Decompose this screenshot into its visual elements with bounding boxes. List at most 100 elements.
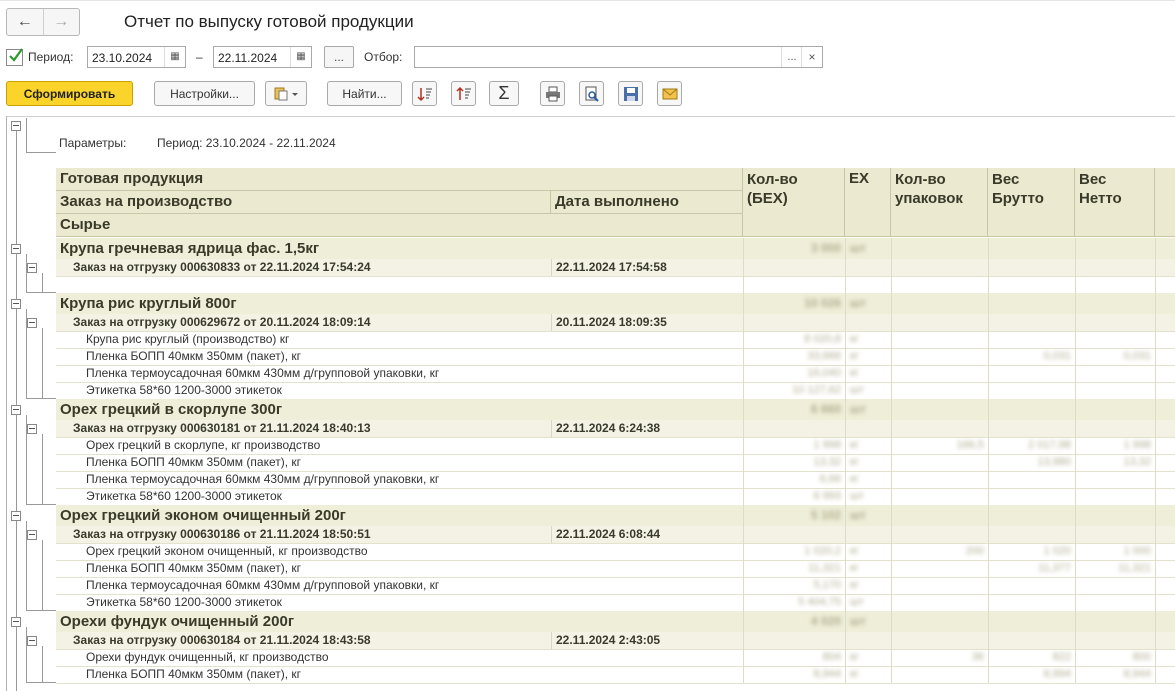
- material-row[interactable]: Крупа рис круглый (производство) кг 8 020…: [56, 331, 1175, 349]
- material-name: Этикетка 58*60 1200-3000 этикеток: [86, 489, 282, 503]
- qty-value: 5,170: [813, 579, 841, 591]
- collapse-order-icon[interactable]: [27, 263, 37, 273]
- material-name: Пленка БОПП 40мкм 350мм (пакет), кг: [86, 667, 302, 681]
- packs-value: 166,5: [956, 439, 984, 451]
- header-order: Заказ на производство: [56, 191, 551, 214]
- header-net: Вес Нетто: [1075, 168, 1155, 237]
- net-value: 0,031: [1123, 350, 1151, 362]
- collapse-report-icon[interactable]: [11, 121, 21, 131]
- material-row[interactable]: Пленка БОПП 40мкм 350мм (пакет), кг 8,944…: [56, 666, 1175, 684]
- header-qty: Кол-во (БЕХ): [743, 168, 845, 237]
- order-row[interactable]: Заказ на отгрузку 000630833 от 22.11.202…: [56, 259, 1175, 277]
- qty-cell: 1 020,2: [743, 543, 845, 560]
- material-row[interactable]: Пленка термоусадочная 60мкм 430мм д/груп…: [56, 365, 1175, 383]
- material-row[interactable]: Пленка термоусадочная 60мкм 430мм д/груп…: [56, 471, 1175, 489]
- group-row[interactable]: Орех грецкий в скорлупе 300г 6 660 шт: [56, 399, 1175, 421]
- net-value: 8,944: [1123, 668, 1151, 680]
- qty-value: 33,666: [807, 350, 841, 362]
- header-product: Готовая продукция: [56, 168, 743, 191]
- date-to-field[interactable]: 22.11.2024 ▦: [213, 46, 312, 68]
- collapse-order-icon[interactable]: [27, 424, 37, 434]
- settings-button[interactable]: Настройки...: [154, 81, 255, 106]
- clear-icon[interactable]: ×: [801, 47, 822, 67]
- order-date: 22.11.2024 2:43:05: [551, 632, 743, 649]
- packs-value: 200: [965, 545, 984, 557]
- group-row[interactable]: Крупа гречневая ядрица фас. 1,5кг 3 000 шт: [56, 238, 1175, 260]
- order-row[interactable]: Заказ на отгрузку 000630181 от 21.11.202…: [56, 420, 1175, 438]
- material-row[interactable]: Пленка термоусадочная 60мкм 430мм д/груп…: [56, 577, 1175, 595]
- material-name: Орех грецкий эконом очищенный, кг произв…: [86, 544, 368, 558]
- order-row[interactable]: Заказ на отгрузку 000630184 от 21.11.202…: [56, 632, 1175, 650]
- mail-icon[interactable]: [657, 81, 682, 106]
- calendar-icon[interactable]: ▦: [164, 47, 185, 67]
- packs-value: 36: [971, 651, 984, 663]
- empty-cell: [845, 276, 891, 293]
- order-row[interactable]: Заказ на отгрузку 000630186 от 21.11.202…: [56, 526, 1175, 544]
- qty-value: 5 404,75: [798, 596, 841, 608]
- collapse-order-icon[interactable]: [27, 318, 37, 328]
- sort-asc-icon[interactable]: [412, 81, 437, 106]
- empty-cell: [1155, 471, 1175, 488]
- generate-button[interactable]: Сформировать: [6, 81, 133, 106]
- empty-cell: [845, 259, 891, 276]
- collapse-order-icon[interactable]: [27, 530, 37, 540]
- net-cell: 0,031: [1075, 348, 1155, 365]
- order-row[interactable]: Заказ на отгрузку 000629672 от 20.11.202…: [56, 314, 1175, 332]
- group-row[interactable]: Орехи фундук очищенный 200г 4 020 шт: [56, 611, 1175, 633]
- collapse-group-icon[interactable]: [11, 244, 21, 254]
- collapse-group-icon[interactable]: [11, 511, 21, 521]
- period-checkbox[interactable]: [6, 48, 23, 66]
- preview-icon[interactable]: [579, 81, 604, 106]
- empty-cell: [988, 259, 1075, 276]
- sum-icon[interactable]: Σ: [489, 81, 519, 106]
- calendar-icon[interactable]: ▦: [290, 47, 311, 67]
- group-row[interactable]: Крупа рис круглый 800г 10 026 шт: [56, 293, 1175, 315]
- material-row[interactable]: Этикетка 58*60 1200-3000 этикеток 5 404,7…: [56, 594, 1175, 612]
- empty-cell: [743, 259, 845, 276]
- unit-cell: кг: [845, 649, 891, 666]
- qty-cell: 3 000: [743, 238, 845, 259]
- report-area[interactable]: Параметры: Период: 23.10.2024 - 22.11.202…: [6, 116, 1175, 691]
- material-row[interactable]: Пленка БОПП 40мкм 350мм (пакет), кг 33,66…: [56, 348, 1175, 366]
- product-name: Орех грецкий в скорлупе 300г: [60, 401, 283, 418]
- material-row[interactable]: Пленка БОПП 40мкм 350мм (пакет), кг 13,32…: [56, 454, 1175, 472]
- header-packs: Кол-во упаковок: [891, 168, 988, 237]
- material-row[interactable]: Этикетка 58*60 1200-3000 этикеток 10 127,…: [56, 382, 1175, 400]
- gross-value: 2 017,98: [1028, 439, 1071, 451]
- empty-cell: [1075, 238, 1155, 259]
- unit-cell: кг: [845, 577, 891, 594]
- date-from-field[interactable]: 23.10.2024 ▦: [87, 46, 186, 68]
- order-date: 22.11.2024 6:08:44: [551, 526, 743, 543]
- group-row[interactable]: Орех грецкий эконом очищенный 200г 5 102 ш…: [56, 505, 1175, 527]
- selection-field[interactable]: ... ×: [414, 46, 823, 68]
- empty-cell: [1155, 666, 1175, 683]
- empty-cell: [988, 238, 1075, 259]
- selection-choose-button[interactable]: ...: [781, 47, 802, 67]
- tree-line: [42, 646, 43, 683]
- period-choose-button[interactable]: ...: [324, 46, 354, 68]
- empty-cell: [743, 314, 845, 331]
- empty-cell: [1075, 259, 1155, 276]
- material-row[interactable]: Этикетка 58*60 1200-3000 этикеток 6 993 шт: [56, 488, 1175, 506]
- sort-desc-icon[interactable]: [451, 81, 476, 106]
- empty-cell: [988, 632, 1075, 649]
- empty-cell: [1155, 276, 1175, 293]
- net-value: 1 000: [1123, 545, 1151, 557]
- material-row[interactable]: Орех грецкий в скорлупе, кг производство…: [56, 437, 1175, 455]
- collapse-order-icon[interactable]: [27, 636, 37, 646]
- material-row[interactable]: Орех грецкий эконом очищенный, кг произв…: [56, 543, 1175, 561]
- print-icon[interactable]: [540, 81, 565, 106]
- material-row[interactable]: Орехи фундук очищенный, кг производство 8…: [56, 649, 1175, 667]
- save-icon[interactable]: [618, 81, 643, 106]
- collapse-group-icon[interactable]: [11, 299, 21, 309]
- back-arrow-icon[interactable]: ←: [7, 9, 43, 35]
- variants-dropdown-button[interactable]: [265, 81, 307, 106]
- unit-cell: кг: [845, 331, 891, 348]
- find-button[interactable]: Найти...: [327, 81, 402, 106]
- material-row[interactable]: Пленка БОПП 40мкм 350мм (пакет), кг 11,32…: [56, 560, 1175, 578]
- collapse-group-icon[interactable]: [11, 617, 21, 627]
- collapse-group-icon[interactable]: [11, 405, 21, 415]
- top-border: [0, 0, 1175, 1]
- forward-arrow-icon[interactable]: →: [42, 9, 80, 35]
- tree-line: [42, 328, 43, 399]
